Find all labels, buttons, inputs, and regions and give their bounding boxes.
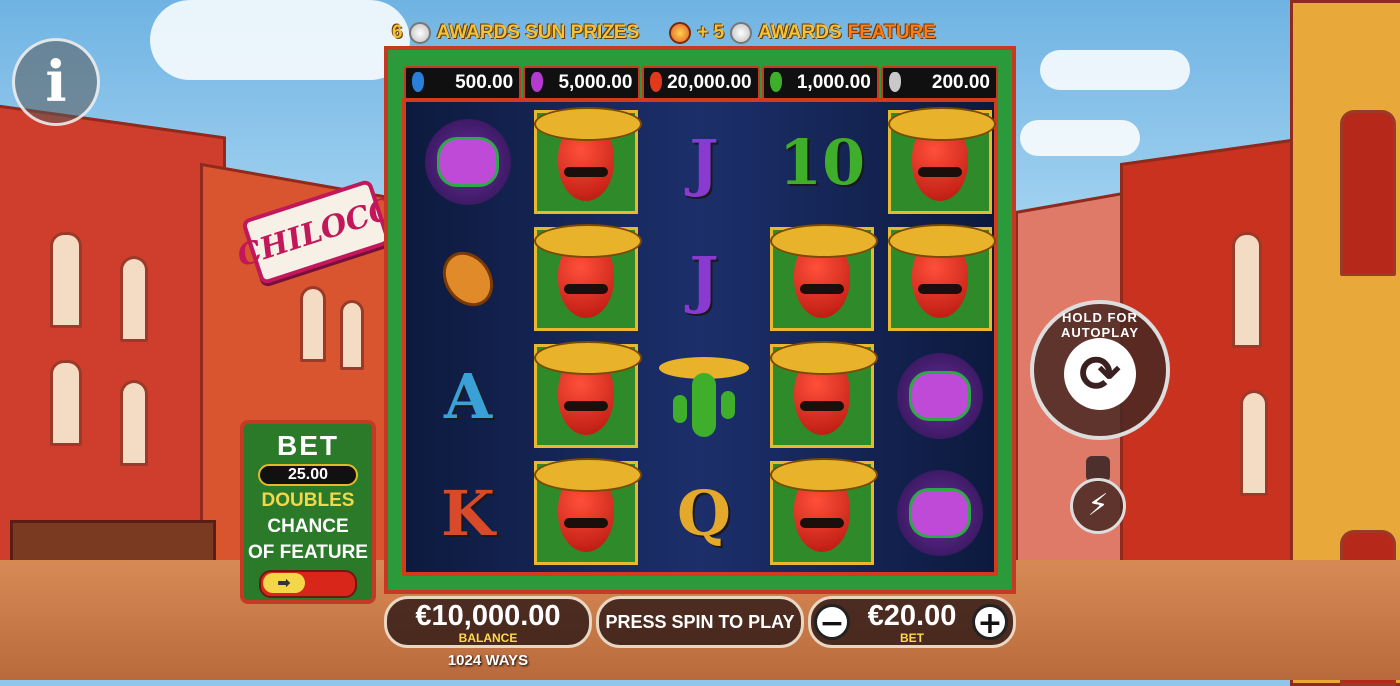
turbo-button[interactable]: ⚡ xyxy=(1070,478,1126,534)
sun-coin-icon xyxy=(669,22,692,44)
pepper-icon xyxy=(770,341,878,448)
letter-symbol: K xyxy=(441,476,495,550)
arrow-right-icon: ➡ xyxy=(263,573,305,593)
pepper-icon xyxy=(770,224,878,331)
pinata-icon xyxy=(888,344,992,448)
reel-symbol: K xyxy=(416,461,520,565)
window xyxy=(1232,232,1262,348)
top-banner: 6 AWARDS SUN PRIZES + 5 AWARDS FEATURE xyxy=(392,18,1022,48)
bet-panel-line2: CHANCE xyxy=(267,516,349,537)
prize-value: 20,000.00 xyxy=(667,72,752,93)
lightning-icon: ⚡ xyxy=(1087,488,1109,523)
autoplay-hint: HOLD FOR AUTOPLAY xyxy=(1060,310,1140,340)
letter-symbol: J xyxy=(689,242,719,316)
window xyxy=(1340,110,1396,276)
window xyxy=(300,286,326,362)
prize-box: 500.00 xyxy=(404,66,522,100)
pepper-icon xyxy=(534,107,642,214)
cloud xyxy=(1020,120,1140,156)
minus-icon: − xyxy=(819,606,845,641)
prize-value: 500.00 xyxy=(455,72,514,93)
balance-label: BALANCE xyxy=(458,631,518,645)
banner-count: 6 xyxy=(392,22,403,43)
guitar-icon xyxy=(416,227,520,331)
plus-icon: + xyxy=(977,606,1003,641)
prize-box: 200.00 xyxy=(880,66,999,100)
refresh-icon: ⟳ xyxy=(1064,338,1136,410)
bet-feature-panel: BET 25.00 DOUBLES CHANCE OF FEATURE ➡ xyxy=(240,420,376,604)
ways-label: 1024 WAYS xyxy=(447,652,529,669)
coin-icon xyxy=(408,22,431,44)
letter-symbol: 10 xyxy=(778,125,866,199)
banner-feature-text: FEATURE xyxy=(847,22,936,43)
banner-right-text: AWARDS xyxy=(758,22,842,43)
prize-value: 200.00 xyxy=(931,72,991,93)
bet-panel-line1: DOUBLES xyxy=(261,490,355,511)
reel-grid: A K J J Q 10 xyxy=(412,107,996,572)
pepper-icon xyxy=(770,458,878,565)
bet-panel-value: 25.00 xyxy=(258,464,358,486)
balance-amount: €10,000.00 xyxy=(415,600,561,632)
window xyxy=(120,256,148,342)
cloud xyxy=(150,0,410,80)
feature-toggle[interactable]: ➡ xyxy=(259,570,357,598)
letter-symbol: A xyxy=(443,359,493,433)
reel-symbol: A xyxy=(416,344,520,448)
chili-icon xyxy=(888,72,901,92)
prize-box: 20,000.00 xyxy=(642,66,760,100)
chili-icon xyxy=(531,72,544,92)
pepper-icon xyxy=(534,458,642,565)
info-button[interactable]: i xyxy=(12,38,100,126)
reel-symbol: J xyxy=(652,110,756,214)
window xyxy=(1240,390,1268,496)
reel-symbol: J xyxy=(652,227,756,331)
spin-button[interactable]: HOLD FOR AUTOPLAY ⟳ xyxy=(1030,300,1170,440)
pepper-icon xyxy=(888,224,996,331)
banner-left-text: AWARDS SUN PRIZES xyxy=(436,22,640,43)
spin-message: PRESS SPIN TO PLAY xyxy=(596,596,804,648)
chili-icon xyxy=(650,72,663,92)
pepper-icon xyxy=(534,224,642,331)
prize-bar: 500.00 5,000.00 20,000.00 1,000.00 200.0… xyxy=(404,66,999,100)
increase-bet-button[interactable]: + xyxy=(972,604,1008,641)
cactus-icon xyxy=(652,344,756,448)
pinata-icon xyxy=(888,461,992,565)
reel-symbol: 10 xyxy=(770,110,874,214)
pepper-icon xyxy=(534,341,642,448)
prize-box: 1,000.00 xyxy=(761,66,879,100)
chili-icon xyxy=(412,72,424,92)
window xyxy=(50,232,82,328)
window xyxy=(120,380,148,466)
prize-value: 1,000.00 xyxy=(796,72,871,93)
letter-symbol: J xyxy=(689,125,719,199)
prize-box: 5,000.00 xyxy=(523,66,641,100)
letter-symbol: Q xyxy=(676,476,731,550)
info-icon: i xyxy=(45,49,67,115)
bet-panel-line3: OF FEATURE xyxy=(248,542,368,563)
reel-symbol: Q xyxy=(652,461,756,565)
coin-icon xyxy=(730,22,753,44)
banner-plus: + 5 xyxy=(697,22,725,43)
window xyxy=(50,360,82,446)
balance-display: €10,000.00 BALANCE xyxy=(384,596,592,648)
window xyxy=(340,300,364,370)
pepper-icon xyxy=(888,107,996,214)
cloud xyxy=(1040,50,1190,90)
chili-icon xyxy=(769,72,782,92)
prize-value: 5,000.00 xyxy=(558,72,633,93)
pinata-icon xyxy=(416,110,520,214)
decrease-bet-button[interactable]: − xyxy=(814,604,850,641)
bet-panel-title: BET xyxy=(277,430,339,461)
